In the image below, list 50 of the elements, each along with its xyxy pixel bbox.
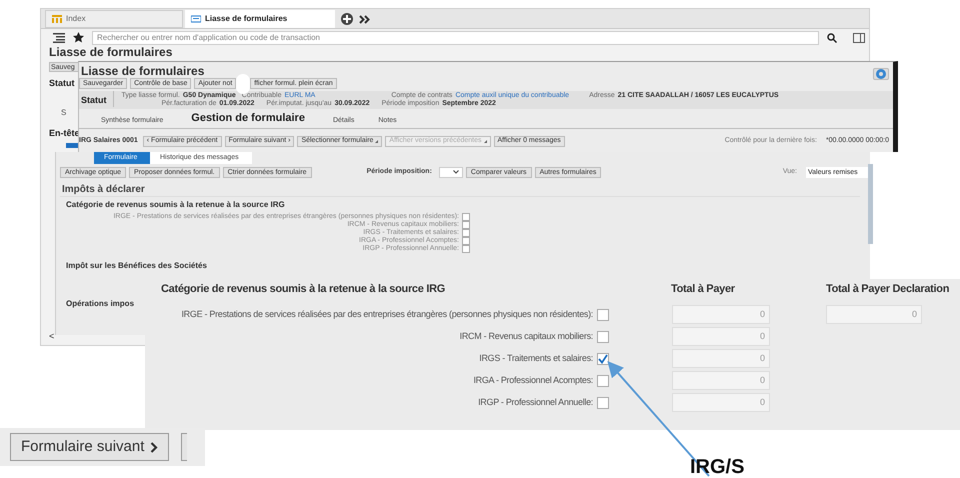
double-chevron-icon <box>359 15 370 24</box>
section-heading: Impôts à déclarer <box>60 183 860 197</box>
checkbox[interactable] <box>597 352 609 364</box>
grid-icon <box>52 15 62 23</box>
checkbox[interactable] <box>462 213 470 221</box>
checkbox[interactable] <box>597 374 609 386</box>
section-heading: Opérations impos <box>66 299 134 309</box>
redaction-mark <box>236 74 250 94</box>
field-label: En-tête <box>49 126 79 138</box>
section-heading: Catégorie de revenus soumis à la retenue à la source IRG <box>66 200 285 210</box>
form-icon <box>191 15 201 23</box>
button-edge <box>181 433 188 461</box>
checkbox[interactable] <box>597 330 609 342</box>
browser-tab[interactable]: Liasse de formulaires <box>185 10 335 28</box>
field-label: IRGP - Professionnel Annuelle: <box>478 396 593 409</box>
chevron-right-icon <box>150 442 158 452</box>
field-label: IRGS - Traitements et salaires: <box>479 352 593 365</box>
search-field[interactable]: Rechercher ou entrer nom d'application ou code de transaction <box>92 30 819 44</box>
page-title: Liasse de formulaires <box>48 46 172 59</box>
checkbox[interactable] <box>597 396 609 408</box>
window-title: Liasse de formulaires <box>80 64 204 78</box>
section-heading: Impôt sur les Bénéfices des Sociétés <box>66 261 207 271</box>
panel-icon <box>853 32 865 42</box>
menu-icon <box>53 32 65 42</box>
column-header: Total à Payer Declaration <box>826 282 950 297</box>
status-label: Statut <box>81 91 114 107</box>
period-dropdown[interactable] <box>438 166 463 178</box>
field-label: IRCM - Revenus capitaux mobiliers: <box>460 330 593 343</box>
help-button[interactable] <box>873 68 889 80</box>
next-form-button[interactable]: Formulaire suivant <box>10 433 170 461</box>
column-header: Catégorie de revenus soumis à la retenue à la source IRG <box>161 282 446 297</box>
checkbox[interactable] <box>462 237 470 245</box>
plus-circle-icon <box>341 13 353 25</box>
search-icon <box>827 32 837 42</box>
checkbox[interactable] <box>462 221 470 229</box>
check-icon <box>598 354 608 364</box>
column-header: Total à Payer <box>671 282 736 297</box>
checkbox[interactable] <box>462 245 470 253</box>
browser-tab[interactable]: Index <box>45 10 183 28</box>
checkbox[interactable] <box>462 229 470 237</box>
form-tab[interactable]: Gestion de formulaire <box>187 110 309 128</box>
field-label: IRGA - Professionnel Acomptes: <box>473 374 593 387</box>
chevron-down-icon <box>452 170 459 174</box>
field-label: Statut <box>49 77 76 90</box>
star-icon <box>73 32 84 43</box>
scroll-left-button[interactable]: < <box>49 330 54 343</box>
scrollbar-thumb[interactable] <box>868 164 873 244</box>
tab[interactable]: S <box>49 106 79 118</box>
field-label: IRGE - Prestations de services réalisées par des entreprises étrangères (personnes physiques non résidentes): <box>181 308 593 321</box>
checkbox[interactable] <box>597 308 609 320</box>
